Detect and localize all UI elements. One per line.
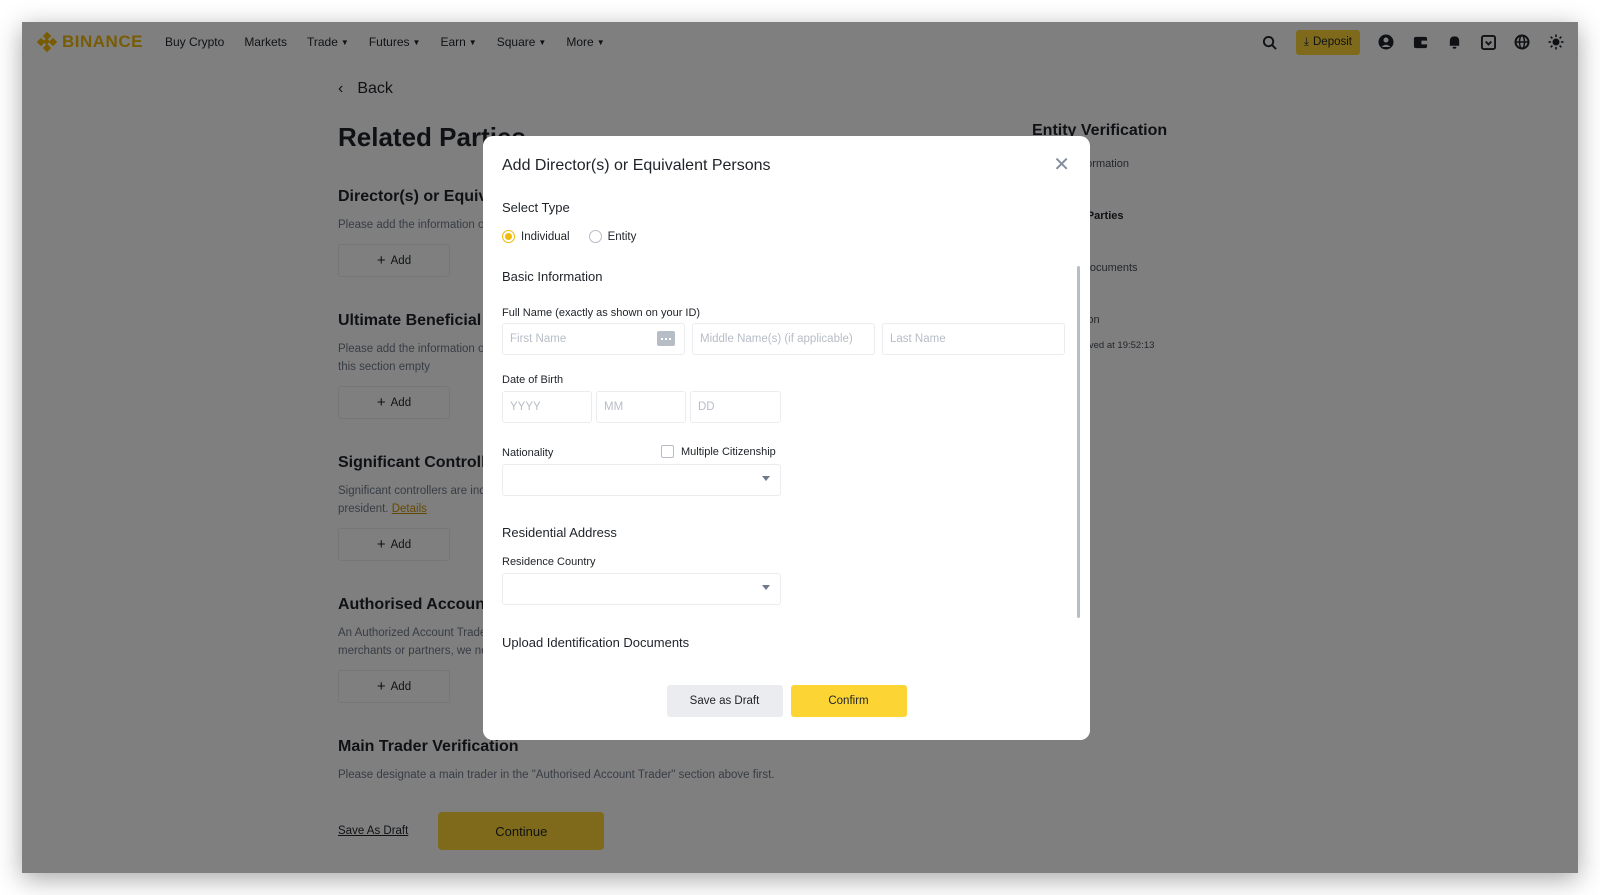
full-name-label: Full Name (exactly as shown on your ID) (502, 307, 701, 319)
caret-down-icon (762, 585, 770, 590)
multiple-citizenship-checkbox[interactable] (661, 445, 674, 458)
caret-down-icon (762, 476, 770, 481)
modal-footer: Save as Draft Confirm (483, 670, 1090, 740)
residence-country-select[interactable] (502, 573, 781, 605)
middle-name-input[interactable] (692, 323, 875, 355)
dob-year-input[interactable] (502, 391, 592, 423)
multiple-citizenship: Multiple Citizenship (661, 445, 776, 458)
radio-individual-label: Individual (521, 230, 570, 243)
upload-docs-heading: Upload Identification Documents (502, 635, 690, 650)
radio-individual[interactable] (502, 230, 515, 243)
type-radio-group: Individual Entity (502, 230, 636, 243)
confirm-button[interactable]: Confirm (790, 685, 907, 717)
multiple-citizenship-label: Multiple Citizenship (681, 445, 776, 458)
first-name-wrapper (502, 323, 685, 355)
nationality-select[interactable] (502, 464, 781, 496)
modal-title: Add Director(s) or Equivalent Persons (502, 157, 771, 174)
radio-entity[interactable] (588, 230, 602, 243)
residence-country-label: Residence Country (502, 556, 596, 568)
dob-day-input[interactable] (690, 391, 781, 423)
modal-scrollbar[interactable] (1077, 266, 1080, 618)
save-as-draft-button[interactable]: Save as Draft (666, 685, 783, 717)
last-name-input[interactable] (882, 323, 1065, 355)
nationality-label: Nationality (502, 447, 554, 459)
radio-entity-label: Entity (607, 230, 637, 243)
add-director-modal: Add Director(s) or Equivalent Persons ✕ … (483, 136, 1090, 740)
residential-address-heading: Residential Address (502, 525, 617, 540)
select-type-label: Select Type (502, 200, 570, 215)
dob-label: Date of Birth (502, 374, 564, 386)
close-icon[interactable]: ✕ (1053, 152, 1070, 177)
basic-info-heading: Basic Information (502, 269, 603, 284)
dob-month-input[interactable] (596, 391, 686, 423)
browser-frame: BINANCE Buy Crypto Markets Trade▼ Future… (22, 22, 1578, 873)
keyboard-icon[interactable] (657, 331, 675, 346)
